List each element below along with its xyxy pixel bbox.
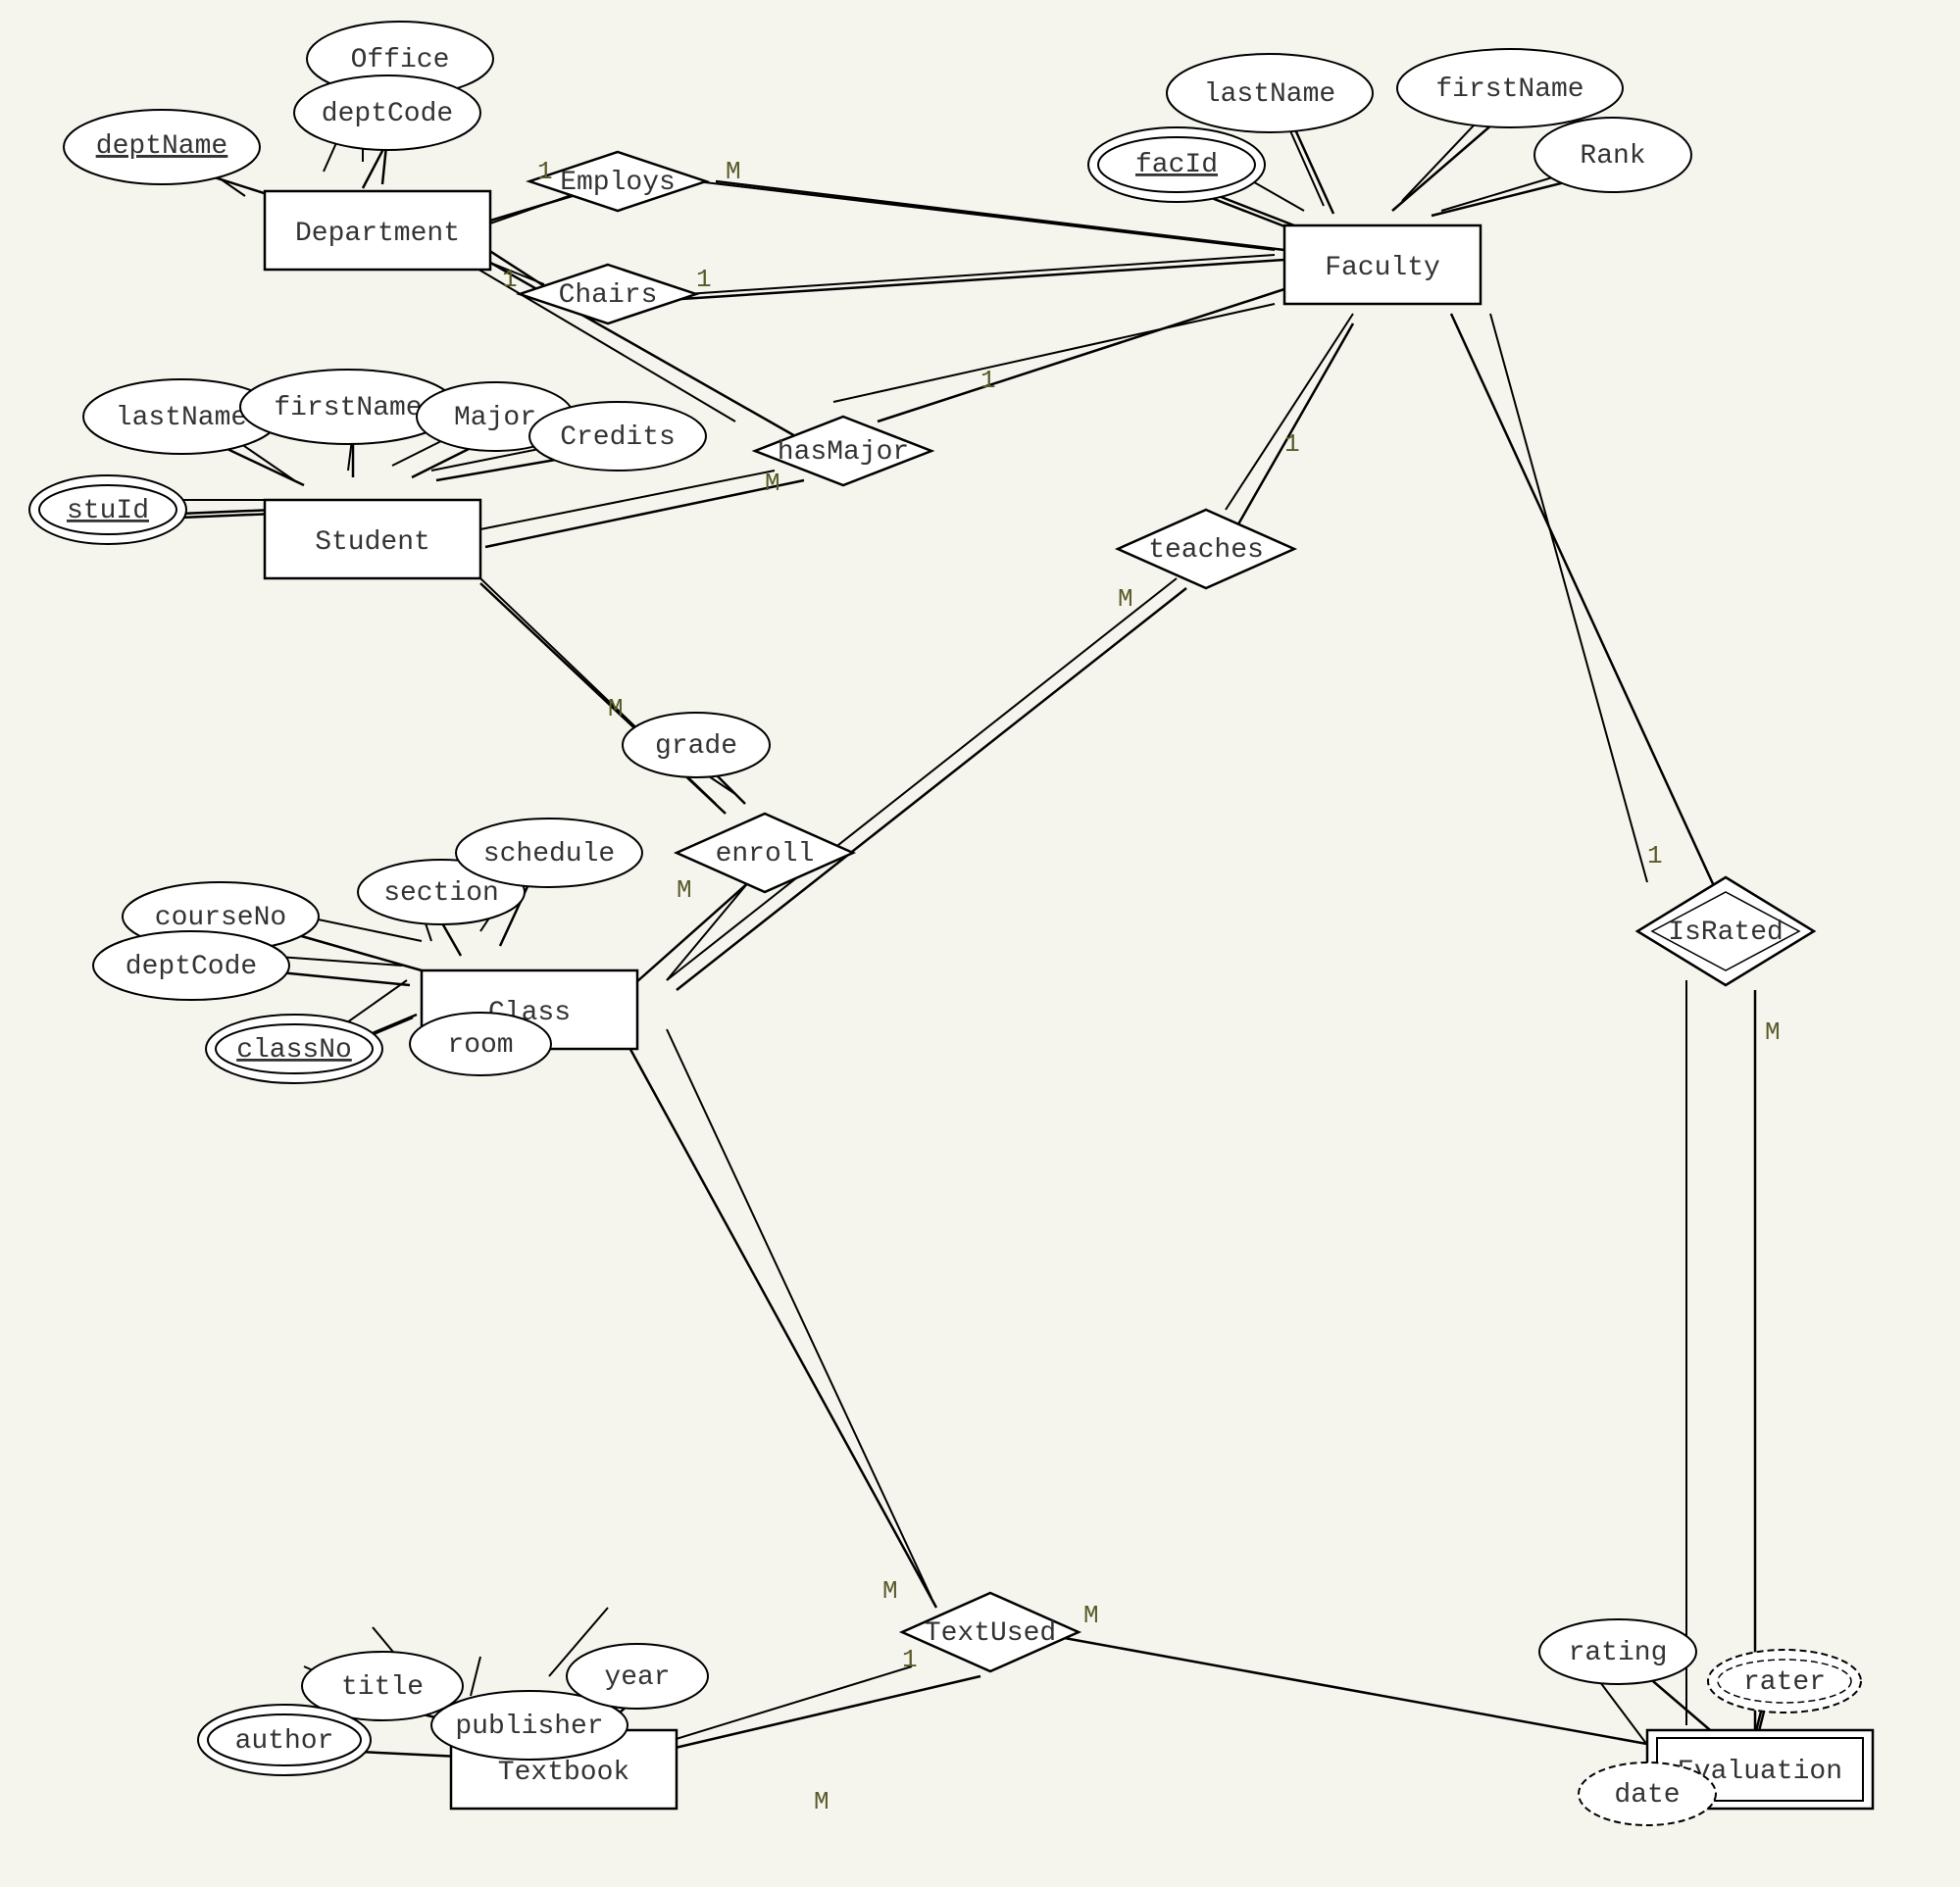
textUsed-card-bottom: M (814, 1787, 829, 1816)
major-label: Major (454, 403, 536, 433)
chairs-card-dept: 1 (502, 265, 518, 294)
publisher-label: publisher (455, 1712, 603, 1742)
lastName-stu-label: lastName (116, 403, 247, 433)
teaches-card-fac: 1 (1284, 429, 1300, 459)
textUsed-card-m2: M (1083, 1601, 1099, 1630)
stuId-label: stuId (67, 496, 149, 526)
firstName-fac-label: firstName (1435, 74, 1583, 105)
hasMajor-card-stu: M (765, 469, 780, 498)
textUsed-card-class: M (882, 1576, 898, 1606)
facId-label: facId (1135, 150, 1218, 180)
year-label: year (604, 1663, 670, 1693)
chairs-label: Chairs (559, 280, 658, 311)
courseNo-label: courseNo (155, 903, 286, 933)
isRated-label: IsRated (1668, 918, 1784, 948)
enroll-label: enroll (716, 839, 815, 869)
isRated-card-fac: 1 (1647, 841, 1663, 870)
title-label: title (341, 1672, 424, 1703)
rater-label: rater (1743, 1667, 1826, 1698)
grade-label: grade (655, 731, 737, 762)
textUsed-label: TextUsed (925, 1618, 1056, 1649)
rating-label: rating (1569, 1638, 1668, 1668)
enroll-card-stu: M (608, 694, 624, 723)
employs-card-fac: M (726, 157, 741, 186)
textUsed-card-text: 1 (902, 1645, 918, 1674)
author-label: author (235, 1726, 334, 1757)
enroll-card-class: M (677, 875, 692, 905)
textbook-label: Textbook (498, 1758, 629, 1788)
student-label: Student (315, 527, 430, 558)
lastName-fac-label: lastName (1204, 79, 1335, 110)
date-label: date (1614, 1780, 1680, 1811)
chairs-card-fac: 1 (696, 265, 712, 294)
credits-label: Credits (560, 422, 676, 453)
rank-label: Rank (1580, 141, 1645, 172)
deptCode-class-label: deptCode (126, 952, 257, 982)
employs-card-dept: 1 (537, 157, 553, 186)
hasMajor-label: hasMajor (778, 437, 909, 468)
room-label: room (447, 1030, 513, 1061)
office-label: Office (351, 45, 450, 75)
isRated-card-eval: M (1765, 1018, 1781, 1047)
department-label: Department (295, 219, 460, 249)
schedule-label: schedule (483, 839, 615, 869)
faculty-label: Faculty (1325, 253, 1440, 283)
deptName-label: deptName (96, 131, 227, 162)
teaches-label: teaches (1148, 535, 1264, 566)
section-label: section (383, 878, 499, 909)
deptCode-label: deptCode (322, 99, 453, 129)
employs-label: Employs (560, 168, 676, 198)
teaches-card-class: M (1118, 584, 1133, 614)
firstName-stu-label: firstName (274, 393, 422, 423)
classNo-label: classNo (236, 1035, 352, 1066)
hasMajor-card-fac: 1 (980, 366, 996, 395)
